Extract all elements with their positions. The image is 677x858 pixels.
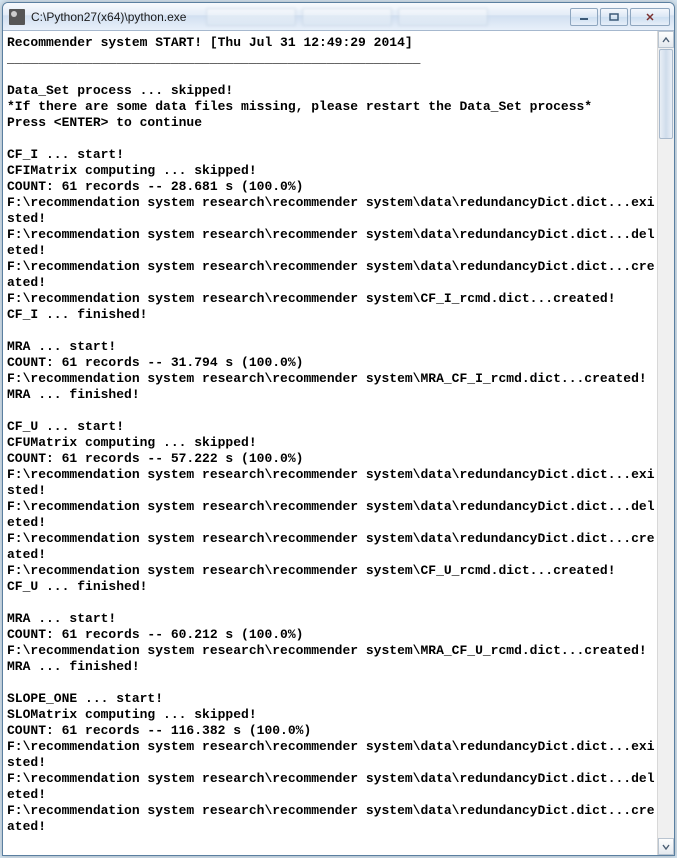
app-icon [9,9,25,25]
scroll-thumb[interactable] [659,49,673,139]
chevron-down-icon [662,844,670,850]
vertical-scrollbar[interactable] [657,31,674,855]
console-window: C:\Python27(x64)\python.exe Recommender … [2,2,675,856]
client-area: Recommender system START! [Thu Jul 31 12… [3,31,674,855]
maximize-button[interactable] [600,8,628,26]
chevron-up-icon [662,37,670,43]
close-button[interactable] [630,8,670,26]
close-icon [645,13,655,21]
window-controls [568,8,670,26]
minimize-icon [579,13,589,21]
titlebar[interactable]: C:\Python27(x64)\python.exe [3,3,674,31]
console-output[interactable]: Recommender system START! [Thu Jul 31 12… [3,31,657,855]
background-blur [206,8,562,26]
minimize-button[interactable] [570,8,598,26]
scroll-down-button[interactable] [658,838,674,855]
maximize-icon [609,13,619,21]
scroll-up-button[interactable] [658,31,674,48]
window-title: C:\Python27(x64)\python.exe [31,10,186,24]
